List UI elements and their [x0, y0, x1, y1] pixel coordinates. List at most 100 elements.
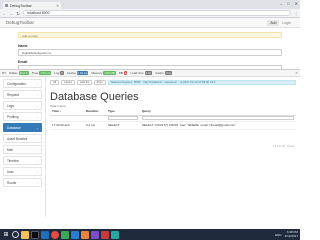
address-input[interactable]: localhost:8000 — [23, 10, 291, 16]
taskbar-app-red[interactable] — [101, 230, 109, 239]
taskbar-app-purple[interactable] — [91, 230, 99, 239]
site-navbar: DebugToolbar Add Login — [0, 18, 300, 28]
debug-badge: 20.6 K — [18, 71, 29, 75]
back-icon[interactable]: ← — [2, 11, 6, 16]
taskbar-app-teal[interactable] — [111, 230, 119, 239]
tab-close-icon[interactable]: ✕ — [56, 4, 59, 8]
debug-close-icon[interactable]: ✕ — [295, 71, 298, 75]
debug-item-label: Memory — [91, 71, 103, 75]
chevron-right-icon: › — [37, 147, 38, 152]
sidebar-item-database[interactable]: Database › — [3, 123, 42, 132]
debug-bar-item[interactable]: Cache 0.01 ms — [67, 71, 89, 75]
column-header-time[interactable]: Time ↓ — [50, 108, 84, 116]
taskbar-app-green[interactable] — [61, 230, 69, 239]
taskbar-app-chrome[interactable] — [51, 230, 59, 239]
sidebar-item-label: Profiling — [7, 114, 19, 119]
debug-panel: Configuration › Request › Logs › Profiling ›… — [0, 77, 300, 217]
debug-badge: 4.01 — [144, 71, 153, 75]
debug-item-label: Gitbox — [9, 71, 18, 75]
debug-bar-item[interactable]: Gitbox 20.6 K — [9, 71, 29, 75]
debug-bar-item[interactable]: Load time 4.01 — [130, 71, 153, 75]
column-header-type[interactable]: Type — [106, 108, 140, 116]
query-filter-input[interactable] — [142, 116, 294, 120]
chevron-right-icon: › — [37, 125, 38, 130]
debug-bar-item[interactable]: Cache 2ms — [155, 71, 173, 75]
chevron-right-icon: › — [37, 169, 38, 174]
language-indicator[interactable]: ENG — [275, 233, 282, 237]
clock-date: 3/13/2017 — [284, 233, 298, 238]
sidebar-item-label: Mail — [7, 147, 13, 152]
nav-link-add[interactable]: Add — [267, 19, 280, 26]
sidebar-item-asset-bundles[interactable]: Asset Bundles › — [3, 134, 42, 143]
queries-table: Time ↓ Duration Type Query 17:03:09.424 … — [50, 108, 296, 130]
sidebar-item-label: Configuration — [7, 81, 26, 86]
debug-item-label: Time — [31, 71, 39, 75]
name-field[interactable]: Digitaldefaultguide.txt — [18, 49, 282, 56]
sidebar-item-timeline[interactable]: Timeline › — [3, 156, 42, 165]
reload-icon[interactable]: ↻ — [16, 11, 20, 16]
nav-link-login[interactable]: Login — [279, 20, 294, 26]
debug-bar-item[interactable]: DB 1 — [119, 71, 128, 75]
browser-menu-icon[interactable]: ⋮ — [294, 11, 298, 16]
system-tray: ENG 6:38 PM 3/13/2017 — [275, 230, 298, 238]
name-label: Name — [18, 44, 28, 48]
sidebar-item-logs[interactable]: Logs › — [3, 101, 42, 110]
sidebar-item-profiling[interactable]: Profiling › — [3, 112, 42, 121]
sidebar-item-router[interactable]: Router › — [3, 178, 42, 187]
sidebar-item-configuration[interactable]: Configuration › — [3, 79, 42, 88]
debug-bar-item[interactable]: Log 0 — [54, 71, 64, 75]
session-last10-button[interactable]: Last 10 — [76, 79, 92, 85]
debug-badge: 4.00 MB — [103, 71, 116, 75]
cell-time: 17:03:09.424 — [50, 121, 84, 130]
debug-session-toolbar: All Latest Last 10 Prev Selected Session… — [50, 79, 296, 85]
sidebar-item-mail[interactable]: Mail › — [3, 145, 42, 154]
close-window-button[interactable]: ✕ — [295, 1, 298, 6]
debug-badge: 2ms — [164, 71, 173, 75]
sidebar-item-user[interactable]: User › — [3, 167, 42, 176]
type-filter-input[interactable] — [108, 116, 138, 120]
table-header-row: Time ↓ Duration Type Query — [50, 108, 296, 116]
debug-item-label: Load time — [130, 71, 144, 75]
minimize-button[interactable]: – — [280, 1, 282, 6]
debug-item-label: Cache — [155, 71, 164, 75]
column-header-query[interactable]: Query — [140, 108, 296, 116]
browser-tab[interactable]: DebugToolbar ✕ — [3, 2, 61, 9]
search-icon[interactable] — [12, 231, 19, 238]
chevron-right-icon: › — [37, 158, 38, 163]
page-title: Database Queries — [50, 91, 139, 103]
debug-badge: 1 — [123, 71, 128, 75]
browser-tab-strip: DebugToolbar ✕ – □ ✕ — [0, 0, 300, 9]
session-prev-button[interactable]: Prev — [93, 79, 106, 85]
cell-duration: 0.1 ms — [84, 121, 106, 130]
chevron-right-icon: › — [37, 92, 38, 97]
taskbar-app-explorer[interactable] — [21, 230, 29, 239]
debug-bar-item[interactable]: DT — [2, 71, 6, 75]
table-row: 17:03:09.424 0.1 ms SELECT SELECT COUNT(… — [50, 121, 296, 130]
cell-query: SELECT COUNT(*) FROM `user` WHERE `email… — [140, 121, 296, 130]
sidebar-item-label: Request — [7, 92, 19, 97]
maximize-button[interactable]: □ — [287, 1, 289, 6]
sidebar-item-request[interactable]: Request › — [3, 90, 42, 99]
site-brand[interactable]: DebugToolbar — [6, 20, 267, 25]
forward-icon[interactable]: → — [9, 11, 13, 16]
address-text: localhost:8000 — [27, 11, 50, 15]
session-all-button[interactable]: All — [50, 79, 60, 85]
taskbar-app-terminal[interactable] — [31, 230, 39, 239]
debug-sidebar: Configuration › Request › Logs › Profiling ›… — [0, 77, 46, 217]
clock[interactable]: 6:38 PM 3/13/2017 — [284, 230, 298, 238]
window-controls: – □ ✕ — [280, 1, 298, 6]
cell-type: SELECT — [106, 121, 140, 130]
sidebar-item-label: Router — [7, 180, 17, 185]
chevron-right-icon: › — [37, 136, 38, 141]
column-header-duration[interactable]: Duration — [84, 108, 106, 116]
debug-bar-item[interactable]: Memory 4.00 MB — [91, 71, 116, 75]
taskbar-app-blue[interactable] — [71, 230, 79, 239]
debug-item-label: Cache — [66, 71, 76, 75]
taskbar-app-orange[interactable] — [81, 230, 89, 239]
debug-badge: 1.52 ms — [39, 71, 52, 75]
windows-start-icon[interactable]: ⊞ — [2, 231, 10, 239]
debug-bar-item[interactable]: Time 1.52 ms — [32, 71, 52, 75]
session-latest-button[interactable]: Latest — [61, 79, 75, 85]
taskbar: ⊞ ENG 6:38 PM 3/13/2017 — [0, 229, 300, 240]
taskbar-app-photoshop[interactable] — [41, 230, 49, 239]
